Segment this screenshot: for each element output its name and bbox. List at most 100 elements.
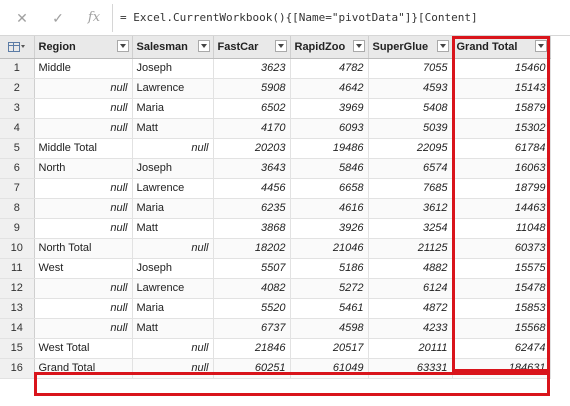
region-cell[interactable]: null (34, 318, 133, 339)
region-cell[interactable]: null (34, 118, 133, 139)
superglue-cell[interactable]: 63331 (368, 358, 453, 379)
region-cell[interactable]: North (34, 158, 133, 179)
region-cell[interactable]: null (34, 278, 133, 299)
superglue-cell[interactable]: 4882 (368, 258, 453, 279)
salesman-cell[interactable]: Lawrence (132, 278, 214, 299)
fastcar-cell[interactable]: 6502 (213, 98, 291, 119)
grand-total-cell[interactable]: 15853 (452, 298, 551, 319)
rapidzoo-cell[interactable]: 20517 (290, 338, 369, 359)
filter-dropdown-icon[interactable] (436, 40, 449, 52)
fx-icon[interactable]: fx (84, 9, 104, 27)
cancel-icon[interactable]: ✕ (12, 9, 32, 27)
fastcar-cell[interactable]: 3623 (213, 58, 291, 79)
row-number[interactable]: 5 (0, 138, 35, 159)
grand-total-cell[interactable]: 15568 (452, 318, 551, 339)
grand-total-cell[interactable]: 62474 (452, 338, 551, 359)
fastcar-cell[interactable]: 3643 (213, 158, 291, 179)
rapidzoo-cell[interactable]: 4616 (290, 198, 369, 219)
column-header-superglue[interactable]: SuperGlue (368, 36, 453, 59)
fastcar-cell[interactable]: 3868 (213, 218, 291, 239)
grand-total-cell[interactable]: 61784 (452, 138, 551, 159)
rapidzoo-cell[interactable]: 61049 (290, 358, 369, 379)
grand-total-cell[interactable]: 16063 (452, 158, 551, 179)
fastcar-cell[interactable]: 4082 (213, 278, 291, 299)
superglue-cell[interactable]: 3612 (368, 198, 453, 219)
superglue-cell[interactable]: 6124 (368, 278, 453, 299)
salesman-cell[interactable]: null (132, 338, 214, 359)
fastcar-cell[interactable]: 18202 (213, 238, 291, 259)
region-cell[interactable]: West (34, 258, 133, 279)
superglue-cell[interactable]: 7055 (368, 58, 453, 79)
row-number[interactable]: 16 (0, 358, 35, 379)
superglue-cell[interactable]: 5039 (368, 118, 453, 139)
row-number[interactable]: 2 (0, 78, 35, 99)
grand-total-cell[interactable]: 184631 (452, 358, 551, 379)
rapidzoo-cell[interactable]: 6093 (290, 118, 369, 139)
row-number[interactable]: 11 (0, 258, 35, 279)
rapidzoo-cell[interactable]: 5186 (290, 258, 369, 279)
superglue-cell[interactable]: 6574 (368, 158, 453, 179)
column-header-region[interactable]: Region (34, 36, 133, 59)
region-cell[interactable]: Grand Total (34, 358, 133, 379)
salesman-cell[interactable]: Maria (132, 298, 214, 319)
row-number[interactable]: 3 (0, 98, 35, 119)
fastcar-cell[interactable]: 20203 (213, 138, 291, 159)
filter-dropdown-icon[interactable] (534, 40, 547, 52)
salesman-cell[interactable]: Matt (132, 118, 214, 139)
region-cell[interactable]: null (34, 78, 133, 99)
superglue-cell[interactable]: 4872 (368, 298, 453, 319)
rapidzoo-cell[interactable]: 5461 (290, 298, 369, 319)
rapidzoo-cell[interactable]: 19486 (290, 138, 369, 159)
grand-total-cell[interactable]: 15478 (452, 278, 551, 299)
filter-dropdown-icon[interactable] (197, 40, 210, 52)
salesman-cell[interactable]: Maria (132, 198, 214, 219)
grand-total-cell[interactable]: 15460 (452, 58, 551, 79)
fastcar-cell[interactable]: 5908 (213, 78, 291, 99)
region-cell[interactable]: null (34, 298, 133, 319)
salesman-cell[interactable]: Matt (132, 318, 214, 339)
row-number[interactable]: 8 (0, 198, 35, 219)
formula-input[interactable]: = Excel.CurrentWorkbook(){[Name="pivotDa… (120, 9, 478, 27)
table-menu-button[interactable] (0, 36, 35, 59)
row-number[interactable]: 12 (0, 278, 35, 299)
rapidzoo-cell[interactable]: 5846 (290, 158, 369, 179)
rapidzoo-cell[interactable]: 21046 (290, 238, 369, 259)
superglue-cell[interactable]: 3254 (368, 218, 453, 239)
superglue-cell[interactable]: 22095 (368, 138, 453, 159)
region-cell[interactable]: null (34, 198, 133, 219)
superglue-cell[interactable]: 5408 (368, 98, 453, 119)
region-cell[interactable]: null (34, 98, 133, 119)
grand-total-cell[interactable]: 18799 (452, 178, 551, 199)
row-number[interactable]: 15 (0, 338, 35, 359)
salesman-cell[interactable]: null (132, 138, 214, 159)
fastcar-cell[interactable]: 6235 (213, 198, 291, 219)
salesman-cell[interactable]: null (132, 238, 214, 259)
row-number[interactable]: 7 (0, 178, 35, 199)
fastcar-cell[interactable]: 4456 (213, 178, 291, 199)
rapidzoo-cell[interactable]: 3969 (290, 98, 369, 119)
rapidzoo-cell[interactable]: 4782 (290, 58, 369, 79)
row-number[interactable]: 9 (0, 218, 35, 239)
salesman-cell[interactable]: Maria (132, 98, 214, 119)
filter-dropdown-icon[interactable] (352, 40, 365, 52)
salesman-cell[interactable]: Joseph (132, 258, 214, 279)
fastcar-cell[interactable]: 5520 (213, 298, 291, 319)
column-header-salesman[interactable]: Salesman (132, 36, 214, 59)
region-cell[interactable]: Middle (34, 58, 133, 79)
salesman-cell[interactable]: Lawrence (132, 78, 214, 99)
rapidzoo-cell[interactable]: 6658 (290, 178, 369, 199)
salesman-cell[interactable]: Matt (132, 218, 214, 239)
fastcar-cell[interactable]: 6737 (213, 318, 291, 339)
column-header-grand-total[interactable]: Grand Total (452, 36, 551, 59)
row-number[interactable]: 4 (0, 118, 35, 139)
grand-total-cell[interactable]: 15143 (452, 78, 551, 99)
grand-total-cell[interactable]: 15879 (452, 98, 551, 119)
grand-total-cell[interactable]: 15575 (452, 258, 551, 279)
row-number[interactable]: 1 (0, 58, 35, 79)
superglue-cell[interactable]: 20111 (368, 338, 453, 359)
filter-dropdown-icon[interactable] (274, 40, 287, 52)
column-header-rapidzoo[interactable]: RapidZoo (290, 36, 369, 59)
region-cell[interactable]: West Total (34, 338, 133, 359)
column-header-fastcar[interactable]: FastCar (213, 36, 291, 59)
region-cell[interactable]: North Total (34, 238, 133, 259)
